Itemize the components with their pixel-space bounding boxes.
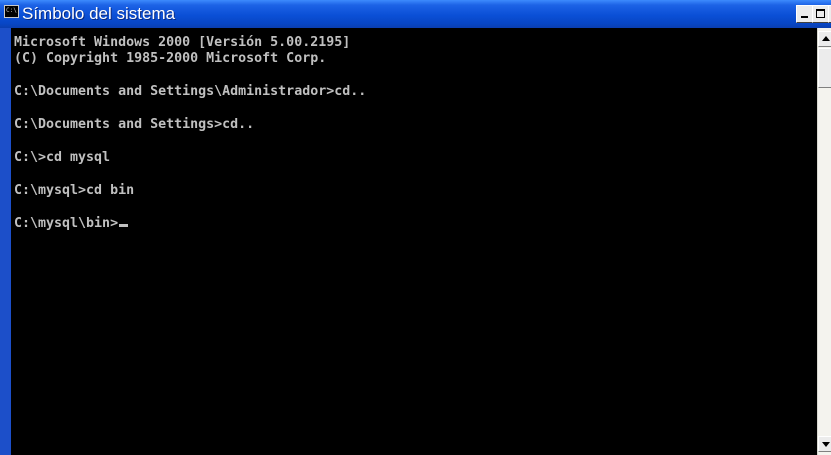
scroll-down-button[interactable] [818,436,831,452]
console-line-command: C:\mysql>cd bin [14,183,135,198]
vertical-scrollbar[interactable] [817,28,831,455]
current-prompt: C:\mysql\bin> [14,216,119,231]
console-line-command: C:\Documents and Settings>cd.. [14,117,255,132]
scroll-up-arrow-icon [822,36,830,41]
minimize-icon [801,16,808,18]
text-cursor [119,224,129,227]
scroll-up-button[interactable] [818,31,831,47]
scroll-down-arrow-icon [822,442,830,447]
console-output-area[interactable]: Microsoft Windows 2000 [Versión 5.00.219… [11,28,817,455]
console-line-version: Microsoft Windows 2000 [Versión 5.00.219… [14,35,351,50]
console-line-command: C:\Documents and Settings\Administrador>… [14,84,367,99]
title-bar[interactable]: C:\ Símbolo del sistema × [0,0,831,28]
command-prompt-window: C:\ Símbolo del sistema × Microsoft Wind… [0,0,831,455]
scroll-thumb[interactable] [818,48,831,88]
console-line-command: C:\>cd mysql [14,150,111,165]
console-prompt-line[interactable]: C:\mysql\bin> [14,216,366,232]
command-prompt-icon[interactable]: C:\ [4,5,19,18]
console-line-copyright: (C) Copyright 1985-2000 Microsoft Corp. [14,51,327,66]
console-lines: Microsoft Windows 2000 [Versión 5.00.219… [14,35,366,232]
window-title: Símbolo del sistema [22,4,176,23]
maximize-icon [816,9,825,18]
